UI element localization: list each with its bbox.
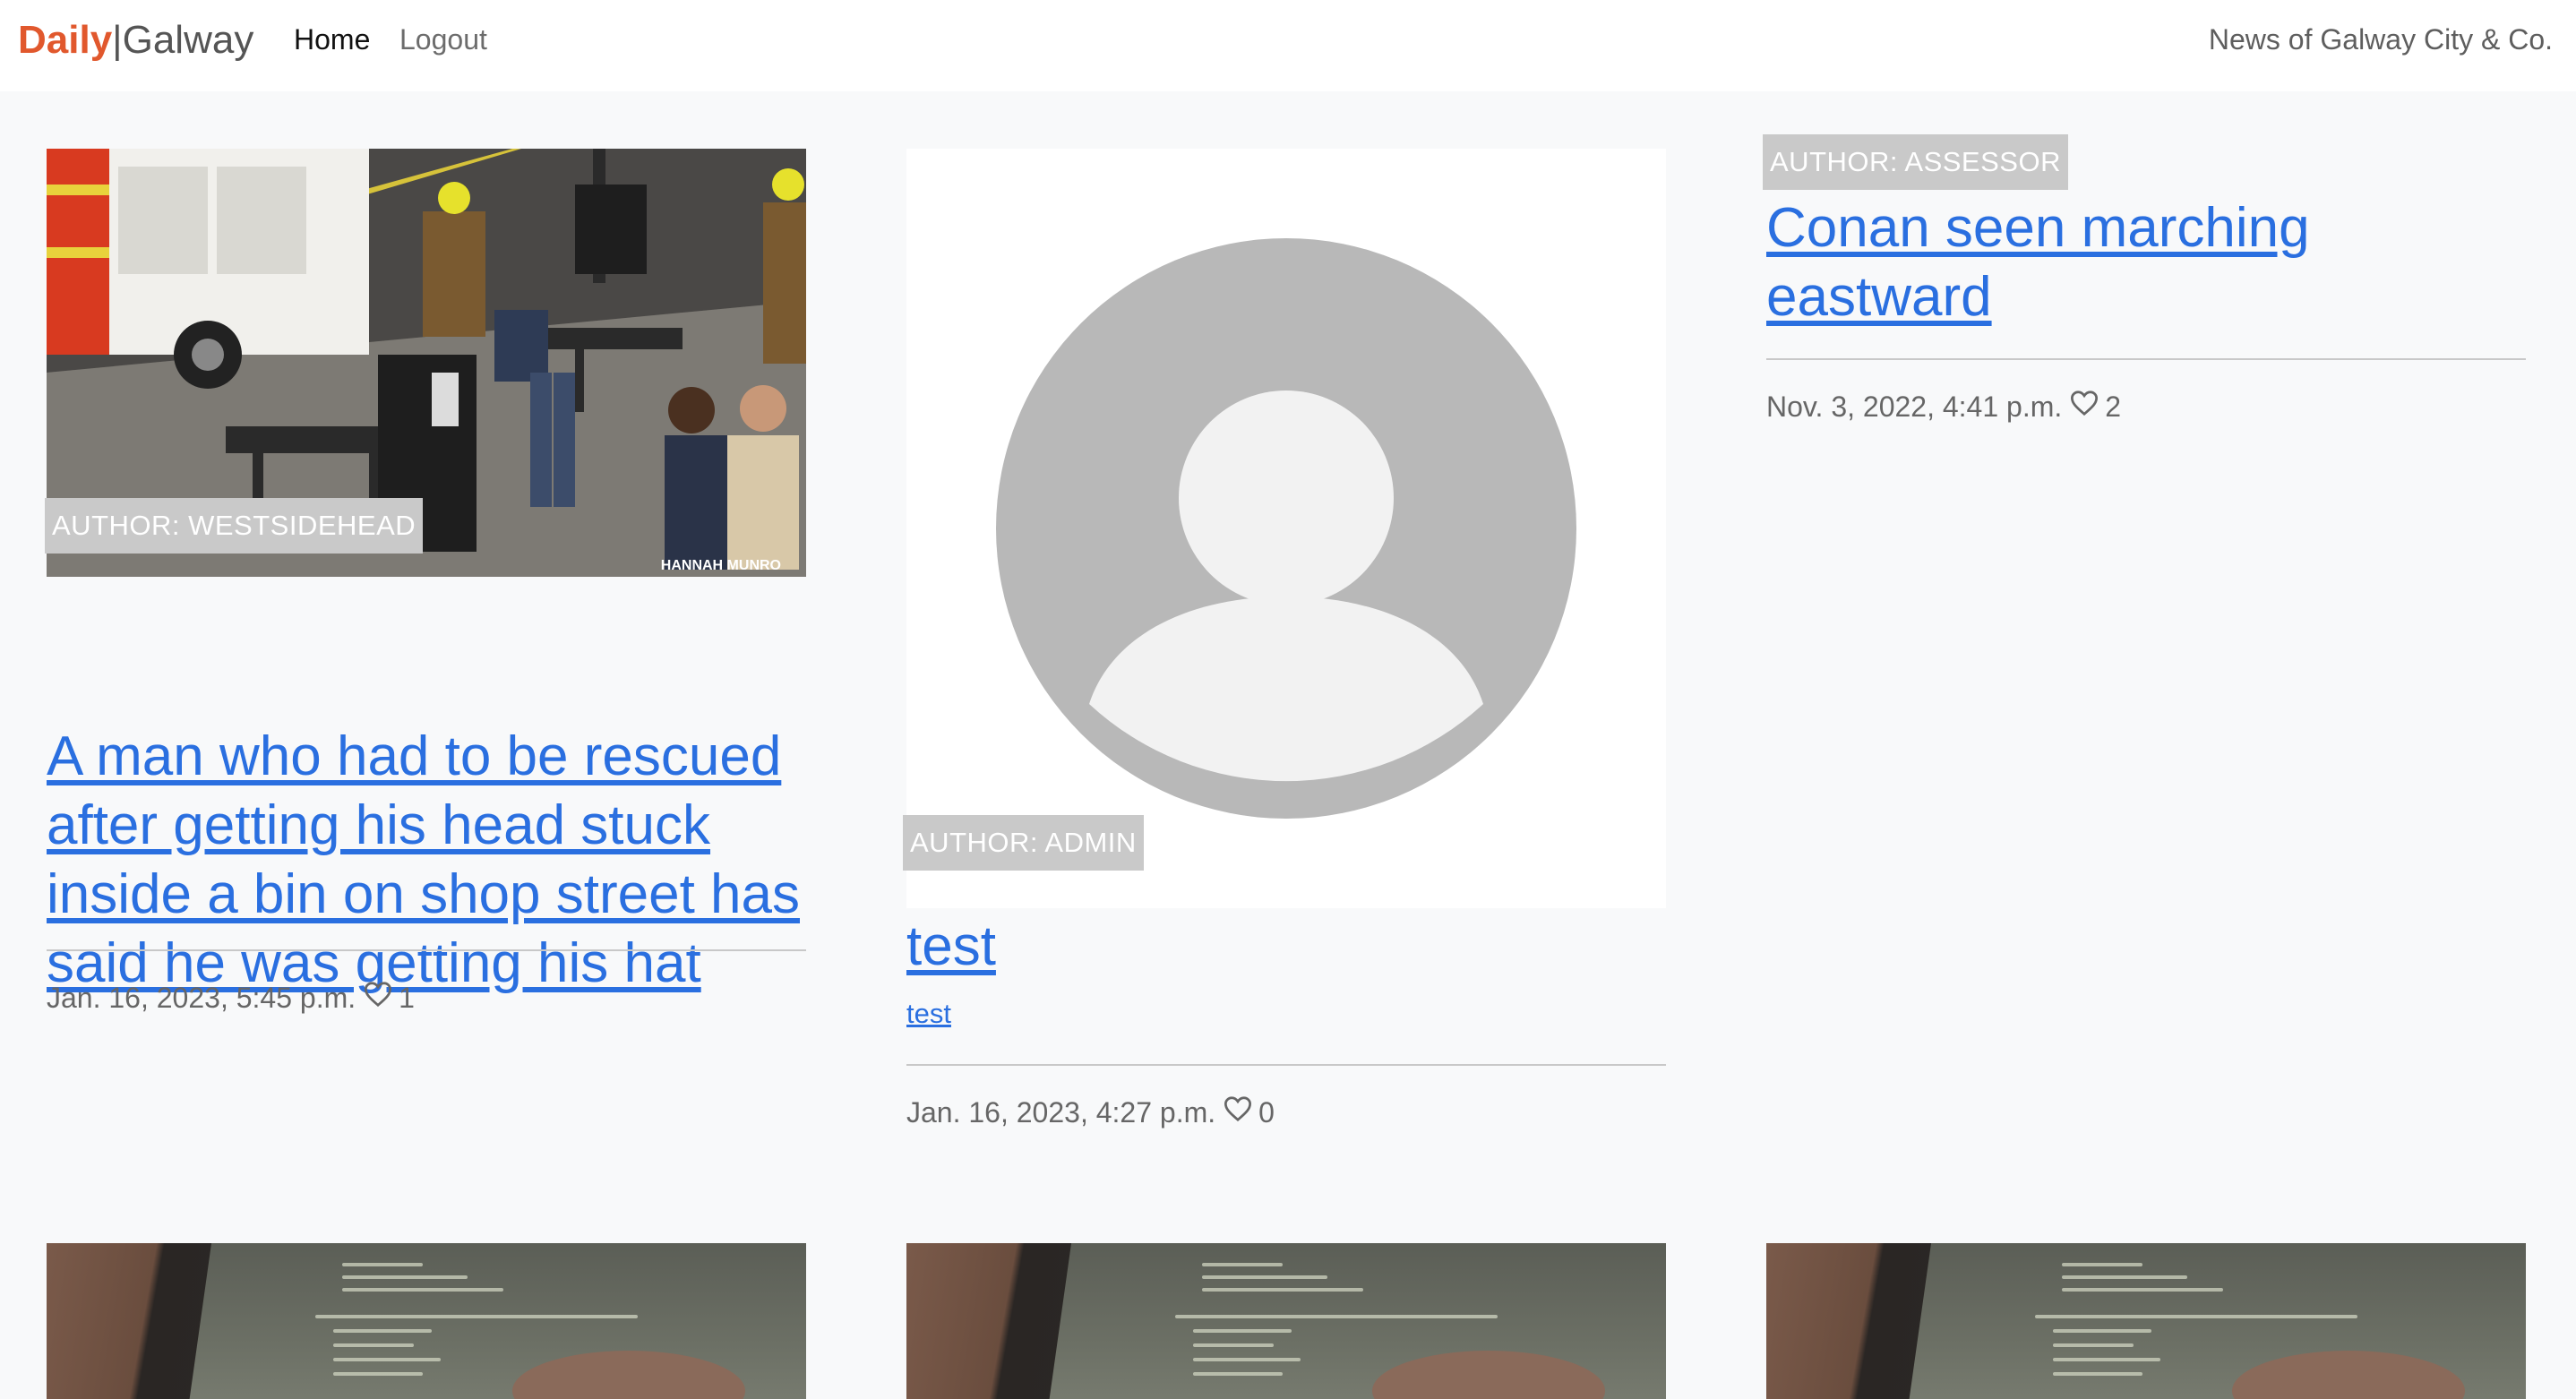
like-count: 0 <box>1258 1096 1275 1129</box>
brand-daily: Daily <box>18 18 113 62</box>
top-navbar: Daily|Galway Home Logout News of Galway … <box>0 0 2576 91</box>
post-title-link[interactable]: A man who had to be rescued after gettin… <box>47 722 806 998</box>
post-divider <box>47 949 806 951</box>
post-meta-row: Nov. 3, 2022, 4:41 p.m. 2 <box>1766 389 2121 425</box>
post-image[interactable] <box>906 1243 1666 1399</box>
like-count: 1 <box>399 982 415 1014</box>
post-meta-row: Jan. 16, 2023, 4:27 p.m. 0 <box>906 1094 1275 1130</box>
post-title-link[interactable]: Conan seen marching eastward <box>1766 193 2447 331</box>
post-divider <box>1766 358 2526 360</box>
post-meta-row: Jan. 16, 2023, 5:45 p.m. 1 <box>47 980 415 1016</box>
author-badge: AUTHOR: ADMIN <box>903 815 1144 871</box>
photo-credit: HANNAH MUNRO <box>661 558 781 573</box>
post-divider <box>906 1064 1666 1066</box>
nav-logout-link[interactable]: Logout <box>399 21 487 57</box>
site-tagline: News of Galway City & Co. <box>2208 23 2553 56</box>
author-badge: AUTHOR: WESTSIDEHEAD <box>45 498 424 554</box>
heart-icon[interactable] <box>2069 389 2099 425</box>
like-count: 2 <box>2105 391 2122 423</box>
post-date: Jan. 16, 2023, 4:27 p.m. <box>906 1096 1216 1129</box>
post-image[interactable] <box>47 1243 806 1399</box>
default-avatar-icon <box>906 149 1666 908</box>
post-date: Jan. 16, 2023, 5:45 p.m. <box>47 982 356 1014</box>
nav-home-link[interactable]: Home <box>294 21 370 57</box>
brand-logo[interactable]: Daily|Galway <box>18 18 253 63</box>
author-badge: AUTHOR: ASSESSOR <box>1763 134 2068 190</box>
post-image[interactable] <box>906 149 1666 908</box>
heart-icon[interactable] <box>363 980 393 1016</box>
post-subtitle-link[interactable]: test <box>906 996 951 1032</box>
brand-separator: | <box>112 18 123 62</box>
post-date: Nov. 3, 2022, 4:41 p.m. <box>1766 391 2063 423</box>
heart-icon[interactable] <box>1223 1094 1253 1130</box>
brand-galway: Galway <box>122 18 254 62</box>
post-image[interactable] <box>1766 1243 2526 1399</box>
post-title-link[interactable]: test <box>906 912 996 981</box>
